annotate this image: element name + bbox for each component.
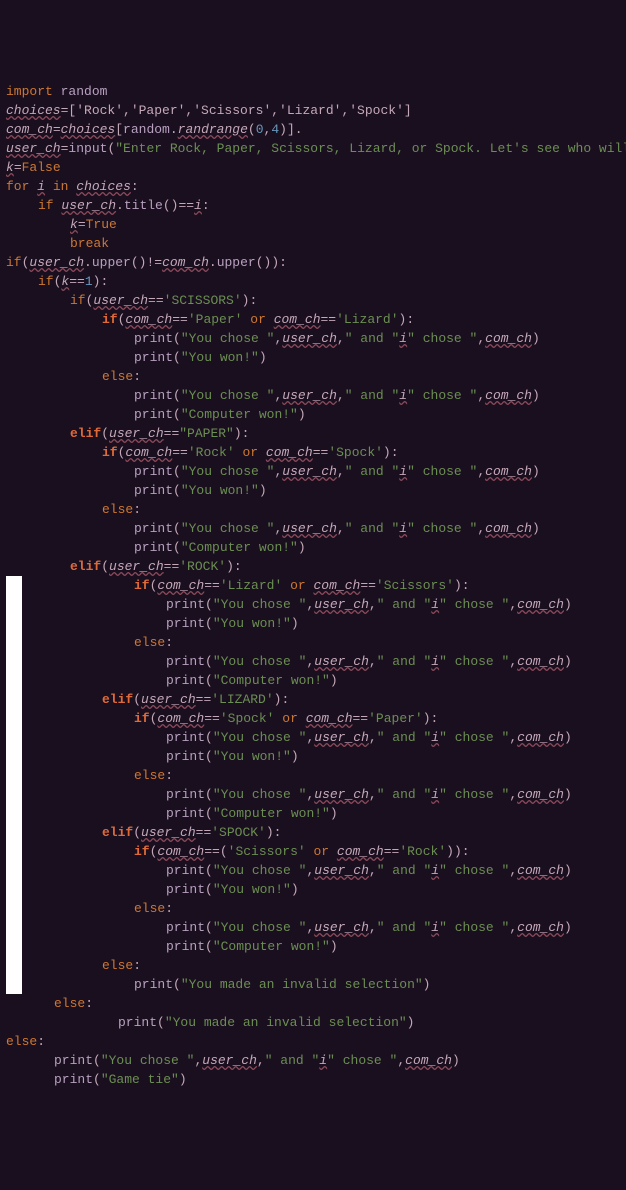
code-line: user_ch=input("Enter Rock, Paper, Scisso… — [6, 139, 620, 158]
code-line: print("You chose ",user_ch," and "i" cho… — [6, 519, 620, 538]
code-line: else: — [6, 899, 620, 918]
code-line: if(com_ch==('Scissors' or com_ch=='Rock'… — [6, 842, 620, 861]
code-line: else: — [6, 994, 620, 1013]
code-line: elif(user_ch=="PAPER"): — [6, 424, 620, 443]
code-line: print("You chose ",user_ch," and "i" cho… — [6, 329, 620, 348]
code-line: print("You made an invalid selection") — [6, 1013, 620, 1032]
code-line: print("You chose ",user_ch," and "i" cho… — [6, 1051, 620, 1070]
code-line: if(com_ch=='Rock' or com_ch=='Spock'): — [6, 443, 620, 462]
code-line: if(com_ch=='Lizard' or com_ch=='Scissors… — [6, 576, 620, 595]
code-line: print("Computer won!") — [6, 538, 620, 557]
code-line: if user_ch.title()==i: — [6, 196, 620, 215]
code-line: elif(user_ch=='SPOCK'): — [6, 823, 620, 842]
code-line: choices=['Rock','Paper','Scissors','Liza… — [6, 101, 620, 120]
code-line: if(user_ch.upper()!=com_ch.upper()): — [6, 253, 620, 272]
code-line: print("You chose ",user_ch," and "i" cho… — [6, 595, 620, 614]
code-line: import random — [6, 82, 620, 101]
code-line: com_ch=choices[random.randrange(0,4)]. — [6, 120, 620, 139]
code-line: print("Computer won!") — [6, 405, 620, 424]
code-line: print("You chose ",user_ch," and "i" cho… — [6, 861, 620, 880]
code-line: print("You chose ",user_ch," and "i" cho… — [6, 652, 620, 671]
code-line: if(k==1): — [6, 272, 620, 291]
code-line: print("You won!") — [6, 481, 620, 500]
code-line: for i in choices: — [6, 177, 620, 196]
code-line: print("You won!") — [6, 348, 620, 367]
code-line: else: — [6, 1032, 620, 1051]
code-line: print("You won!") — [6, 614, 620, 633]
code-line: elif(user_ch=='LIZARD'): — [6, 690, 620, 709]
code-line: k=True — [6, 215, 620, 234]
code-line: print("You chose ",user_ch," and "i" cho… — [6, 462, 620, 481]
code-line: if(com_ch=='Paper' or com_ch=='Lizard'): — [6, 310, 620, 329]
code-line: print("You chose ",user_ch," and "i" cho… — [6, 918, 620, 937]
code-line: print("You chose ",user_ch," and "i" cho… — [6, 728, 620, 747]
code-line: else: — [6, 766, 620, 785]
code-line: break — [6, 234, 620, 253]
code-editor[interactable]: import randomchoices=['Rock','Paper','Sc… — [6, 82, 620, 1089]
code-line: print("Game tie") — [6, 1070, 620, 1089]
code-line: else: — [6, 367, 620, 386]
code-line: if(com_ch=='Spock' or com_ch=='Paper'): — [6, 709, 620, 728]
code-line: if(user_ch=='SCISSORS'): — [6, 291, 620, 310]
code-line: elif(user_ch=='ROCK'): — [6, 557, 620, 576]
code-line: print("You won!") — [6, 747, 620, 766]
code-line: print("Computer won!") — [6, 671, 620, 690]
code-line: else: — [6, 956, 620, 975]
code-line: print("You chose ",user_ch," and "i" cho… — [6, 386, 620, 405]
code-line: else: — [6, 500, 620, 519]
code-line: print("Computer won!") — [6, 937, 620, 956]
code-line: else: — [6, 633, 620, 652]
code-line: k=False — [6, 158, 620, 177]
code-line: print("You made an invalid selection") — [6, 975, 620, 994]
code-line: print("You won!") — [6, 880, 620, 899]
code-line: print("You chose ",user_ch," and "i" cho… — [6, 785, 620, 804]
code-line: print("Computer won!") — [6, 804, 620, 823]
